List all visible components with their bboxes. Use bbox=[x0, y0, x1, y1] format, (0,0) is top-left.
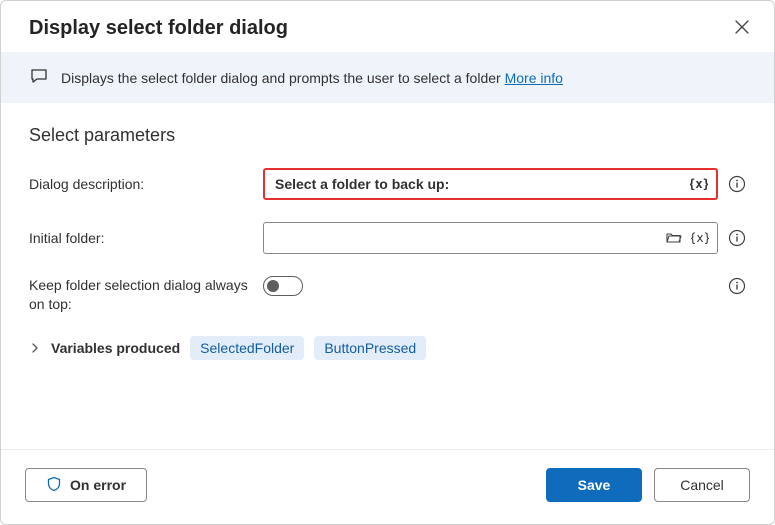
always-on-top-label: Keep folder selection dialog always on t… bbox=[29, 276, 251, 314]
folder-browse-icon[interactable] bbox=[665, 229, 683, 247]
always-on-top-toggle[interactable] bbox=[263, 276, 303, 296]
row-dialog-description: Dialog description: Select a folder to b… bbox=[29, 168, 746, 200]
on-error-label: On error bbox=[70, 477, 126, 493]
dialog-description-input[interactable]: Select a folder to back up: {x} bbox=[263, 168, 718, 200]
on-error-button[interactable]: On error bbox=[25, 468, 147, 502]
banner-text-value: Displays the select folder dialog and pr… bbox=[61, 70, 501, 86]
dialog-content: Select parameters Dialog description: Se… bbox=[1, 103, 774, 449]
variable-picker-icon[interactable]: {x} bbox=[691, 229, 709, 247]
comment-icon bbox=[29, 66, 49, 89]
info-icon[interactable] bbox=[728, 277, 746, 295]
save-label: Save bbox=[578, 477, 611, 493]
variables-produced-row: Variables produced SelectedFolder Button… bbox=[29, 336, 746, 360]
svg-text:{x}: {x} bbox=[691, 231, 709, 245]
svg-text:{x}: {x} bbox=[690, 177, 708, 191]
dialog-root: Display select folder dialog Displays th… bbox=[0, 0, 775, 525]
variable-picker-icon[interactable]: {x} bbox=[690, 175, 708, 193]
info-icon[interactable] bbox=[728, 229, 746, 247]
row-initial-folder: Initial folder: {x} bbox=[29, 222, 746, 254]
dialog-title: Display select folder dialog bbox=[29, 17, 288, 40]
dialog-header: Display select folder dialog bbox=[1, 1, 774, 52]
initial-folder-input[interactable]: {x} bbox=[263, 222, 718, 254]
variables-produced-label: Variables produced bbox=[51, 340, 180, 356]
banner-text: Displays the select folder dialog and pr… bbox=[61, 70, 563, 86]
save-button[interactable]: Save bbox=[546, 468, 642, 502]
dialog-description-label: Dialog description: bbox=[29, 175, 251, 194]
section-title: Select parameters bbox=[29, 125, 746, 146]
row-always-on-top: Keep folder selection dialog always on t… bbox=[29, 276, 746, 314]
dialog-description-value: Select a folder to back up: bbox=[275, 176, 690, 192]
toggle-knob bbox=[267, 280, 279, 292]
info-icon[interactable] bbox=[728, 175, 746, 193]
chevron-right-icon[interactable] bbox=[29, 342, 41, 354]
info-banner: Displays the select folder dialog and pr… bbox=[1, 52, 774, 103]
initial-folder-label: Initial folder: bbox=[29, 229, 251, 248]
cancel-button[interactable]: Cancel bbox=[654, 468, 750, 502]
close-icon[interactable] bbox=[734, 19, 750, 38]
dialog-footer: On error Save Cancel bbox=[1, 449, 774, 524]
cancel-label: Cancel bbox=[680, 477, 724, 493]
shield-icon bbox=[46, 476, 62, 495]
variable-chip[interactable]: ButtonPressed bbox=[314, 336, 426, 360]
variable-chip[interactable]: SelectedFolder bbox=[190, 336, 304, 360]
more-info-link[interactable]: More info bbox=[505, 70, 563, 86]
